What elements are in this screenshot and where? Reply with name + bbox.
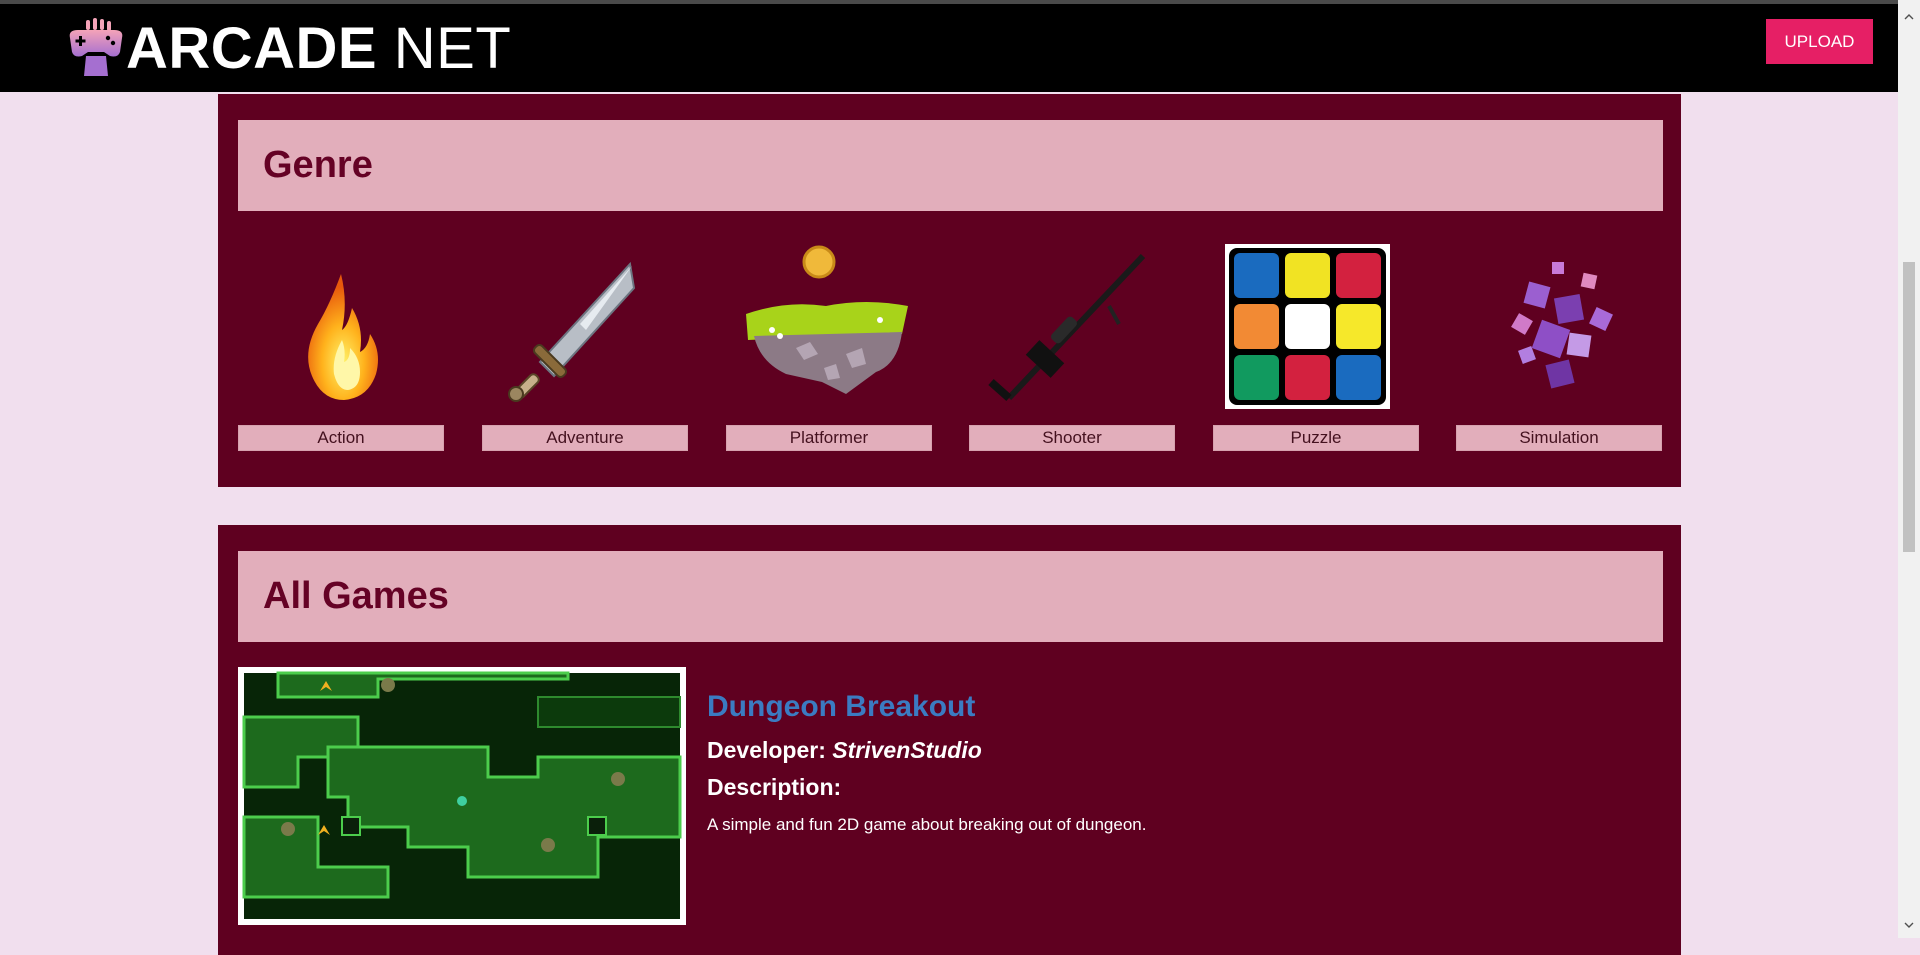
genre-item-simulation[interactable]: Simulation	[1456, 244, 1662, 451]
genre-label-platformer[interactable]: Platformer	[726, 425, 932, 451]
genre-label-simulation[interactable]: Simulation	[1456, 425, 1662, 451]
sniper-rifle-icon[interactable]	[969, 244, 1175, 416]
description-label: Description:	[707, 774, 842, 800]
genre-item-adventure[interactable]: Adventure	[482, 244, 688, 451]
game-title-link[interactable]: Dungeon Breakout	[707, 690, 975, 724]
developer-label: Developer:	[707, 737, 826, 763]
page-scrollbar[interactable]	[1898, 0, 1920, 938]
logo-bold-word: ARCADE	[126, 16, 378, 81]
upload-button[interactable]: UPLOAD	[1766, 19, 1873, 64]
game-description: A simple and fun 2D game about breaking …	[707, 815, 1147, 834]
logo-light-word: NET	[393, 16, 512, 81]
genre-label-shooter[interactable]: Shooter	[969, 425, 1175, 451]
genre-item-action[interactable]: Action	[238, 244, 444, 451]
developer-name: StrivenStudio	[832, 737, 982, 763]
genre-label-puzzle[interactable]: Puzzle	[1213, 425, 1419, 451]
site-logo-text[interactable]: ARCADE NET	[126, 18, 511, 80]
voxel-cubes-icon[interactable]	[1456, 244, 1662, 416]
genre-item-shooter[interactable]: Shooter	[969, 244, 1175, 451]
dungeon-map-image[interactable]	[238, 667, 686, 925]
all-games-title: All Games	[263, 575, 449, 617]
genre-item-puzzle[interactable]: Puzzle	[1213, 244, 1419, 451]
navbar: ARCADE NET UPLOAD	[0, 4, 1898, 92]
rubiks-cube-icon[interactable]	[1213, 244, 1419, 416]
game-thumbnail[interactable]	[238, 667, 686, 925]
floating-island-icon[interactable]	[726, 244, 932, 416]
gamepad-logo-icon[interactable]	[64, 18, 128, 78]
game-developer: Developer: StrivenStudio	[707, 737, 982, 764]
scroll-down-arrow-icon[interactable]	[1904, 920, 1914, 930]
genre-label-action[interactable]: Action	[238, 425, 444, 451]
sword-icon[interactable]	[482, 244, 688, 416]
all-games-header: All Games	[238, 551, 1663, 642]
all-games-panel: All Games Dungeon Breakout Developer: St…	[218, 525, 1681, 955]
genre-panel: Genre Action Adventure Platformer Shoote…	[218, 94, 1681, 487]
fire-icon[interactable]	[238, 244, 444, 416]
genre-header: Genre	[238, 120, 1663, 211]
scrollbar-thumb[interactable]	[1903, 262, 1915, 552]
genre-title: Genre	[263, 144, 373, 186]
genre-label-adventure[interactable]: Adventure	[482, 425, 688, 451]
scroll-up-arrow-icon[interactable]	[1904, 12, 1914, 22]
genre-item-platformer[interactable]: Platformer	[726, 244, 932, 451]
